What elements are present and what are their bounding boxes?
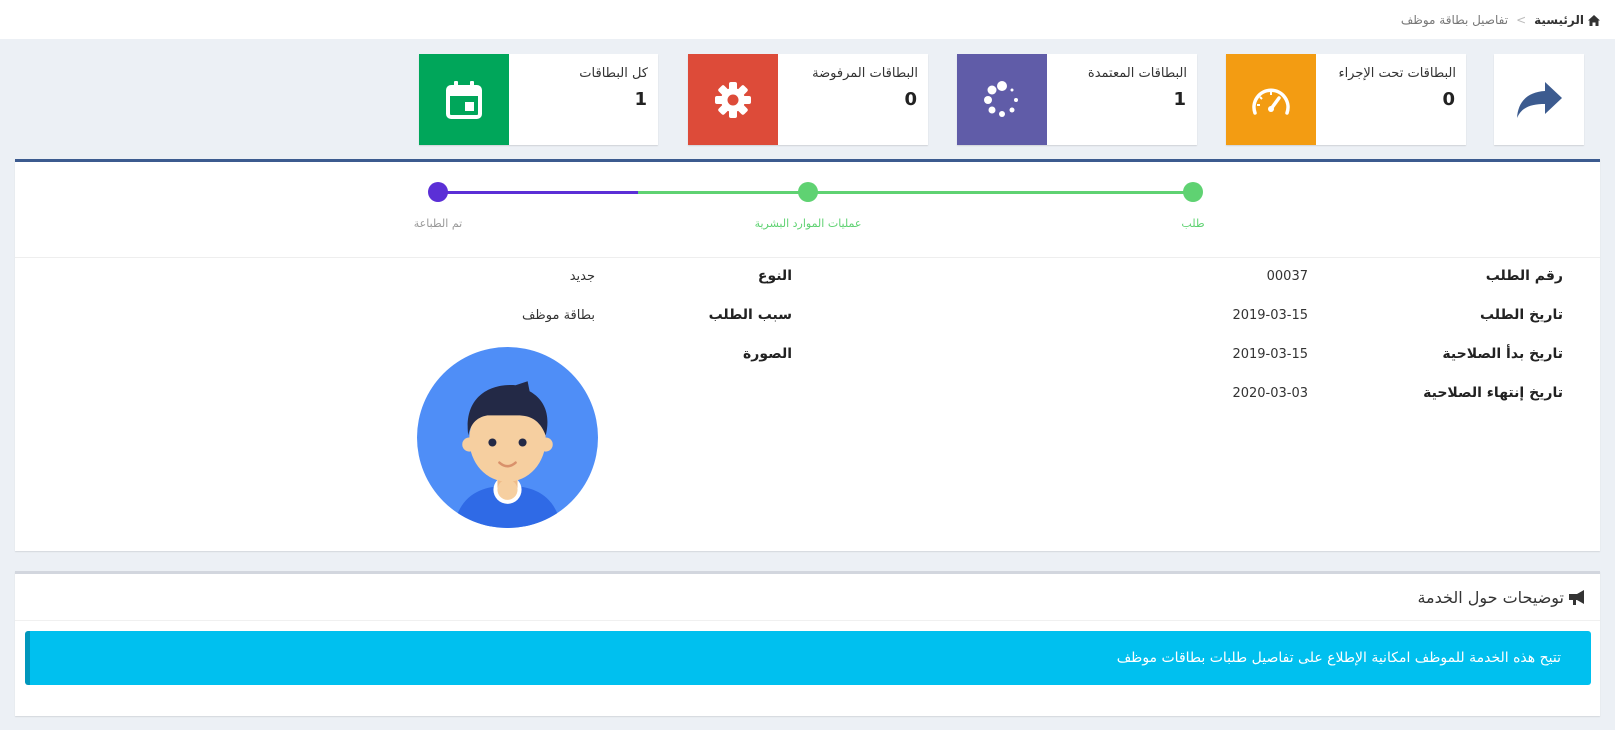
stat-count: 1 xyxy=(634,89,647,110)
step-label-hr: عمليات الموارد البشرية xyxy=(754,217,862,230)
info-callout: تتيح هذه الخدمة للموظف امكانية الإطلاع ع… xyxy=(25,631,1591,685)
stat-icon-block xyxy=(1226,54,1316,145)
stat-count: 0 xyxy=(904,89,917,110)
photo-label: الصورة xyxy=(743,346,792,362)
request-details-card: طلب عمليات الموارد البشرية تم الطباعة رق… xyxy=(15,159,1600,551)
info-title: توضيحات حول الخدمة xyxy=(1417,588,1586,607)
share-arrow-icon xyxy=(1517,81,1562,118)
request-number-value: 00037 xyxy=(1266,269,1308,284)
stat-box-approved[interactable]: البطاقات المعتمدة 1 xyxy=(957,54,1197,145)
stat-icon-block xyxy=(419,54,509,145)
stat-icon-block xyxy=(688,54,778,145)
stat-box-processing[interactable]: البطاقات تحت الإجراء 0 xyxy=(1226,54,1466,145)
stat-label: البطاقات المعتمدة xyxy=(1087,66,1187,81)
stat-box-rejected[interactable]: البطاقات المرفوضة 0 xyxy=(688,54,928,145)
top-bar: الرئيسية > تفاصيل بطاقة موظف xyxy=(0,0,1615,39)
progress-stepper: طلب عمليات الموارد البشرية تم الطباعة xyxy=(15,162,1600,258)
breadcrumb-separator: > xyxy=(1516,13,1527,27)
request-date-label: تاريخ الطلب xyxy=(1479,307,1563,323)
progress-line-done xyxy=(638,191,1193,194)
step-label-printed: تم الطباعة xyxy=(413,217,463,230)
valid-from-label: تاريخ بدأ الصلاحية xyxy=(1442,346,1563,362)
valid-to-value: 2020-03-03 xyxy=(1232,386,1308,401)
info-header: توضيحات حول الخدمة xyxy=(15,574,1600,621)
back-button[interactable] xyxy=(1494,54,1584,145)
valid-from-value: 2019-03-15 xyxy=(1232,347,1308,362)
stat-label: البطاقات المرفوضة xyxy=(812,66,918,81)
breadcrumb-home[interactable]: الرئيسية xyxy=(1534,13,1600,27)
valid-to-label: تاريخ إنتهاء الصلاحية xyxy=(1423,385,1563,401)
spinner-icon xyxy=(984,80,1018,117)
request-number-label: رقم الطلب xyxy=(1485,268,1563,284)
step-label-request: طلب xyxy=(1181,217,1205,230)
type-label: النوع xyxy=(757,268,792,284)
step-dot-hr xyxy=(798,182,818,202)
info-message: تتيح هذه الخدمة للموظف امكانية الإطلاع ع… xyxy=(1116,650,1561,666)
breadcrumb-current: تفاصيل بطاقة موظف xyxy=(1400,13,1509,27)
calendar-icon xyxy=(446,80,482,119)
breadcrumb: الرئيسية > تفاصيل بطاقة موظف xyxy=(1401,13,1600,27)
stat-count: 0 xyxy=(1442,89,1455,110)
stat-count: 1 xyxy=(1173,89,1186,110)
service-info-card: توضيحات حول الخدمة تتيح هذه الخدمة للموظ… xyxy=(15,571,1600,716)
stat-icon-block xyxy=(957,54,1047,145)
step-dot-request xyxy=(1183,182,1203,202)
stat-label: البطاقات تحت الإجراء xyxy=(1338,66,1456,81)
speedometer-icon xyxy=(1252,88,1290,115)
employee-avatar xyxy=(417,347,598,528)
megaphone-icon xyxy=(1569,590,1584,605)
stat-box-all[interactable]: كل البطاقات 1 xyxy=(419,54,658,145)
reason-label: سبب الطلب xyxy=(708,307,792,323)
reason-value: بطاقة موظف xyxy=(521,308,595,323)
step-dot-printed xyxy=(428,182,448,202)
stat-label: كل البطاقات xyxy=(579,66,648,81)
home-icon xyxy=(1588,14,1600,26)
request-date-value: 2019-03-15 xyxy=(1232,308,1308,323)
gear-icon xyxy=(715,81,751,118)
progress-line-pending xyxy=(438,191,638,194)
type-value: جديد xyxy=(569,269,595,284)
info-title-text: توضيحات حول الخدمة xyxy=(1417,588,1564,607)
breadcrumb-home-label: الرئيسية xyxy=(1534,13,1584,27)
